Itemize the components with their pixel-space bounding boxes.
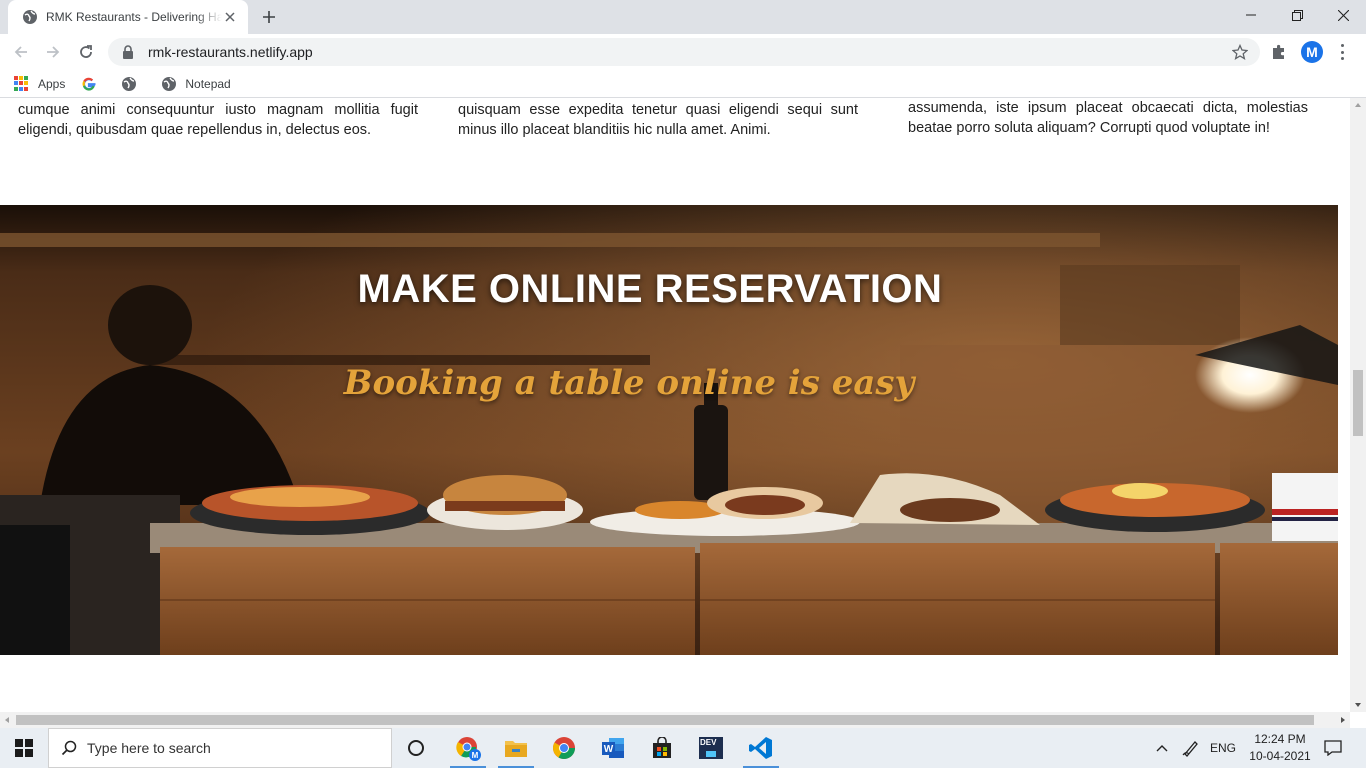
globe-icon <box>161 76 177 92</box>
bookmark-label: Notepad <box>185 76 231 91</box>
bookmark-apps[interactable]: Apps <box>14 75 66 92</box>
search-placeholder: Type here to search <box>87 740 211 756</box>
word-icon: W <box>602 738 624 758</box>
vscode-icon <box>749 737 772 759</box>
reload-icon <box>80 45 92 58</box>
taskbar-vscode[interactable] <box>739 728 783 768</box>
taskbar-chrome-profile[interactable]: M <box>446 728 490 768</box>
bookmark-label: Apps <box>38 76 66 91</box>
scroll-right-arrow-icon[interactable] <box>1341 717 1345 723</box>
globe-icon <box>22 9 38 25</box>
task-view-circle-icon <box>408 740 424 756</box>
windows-taskbar: Type here to search M W DEV ENG 12:24 PM… <box>0 728 1366 768</box>
globe-icon <box>121 76 137 92</box>
scroll-up-arrow-icon[interactable] <box>1355 103 1361 107</box>
hero-title: MAKE ONLINE RESERVATION <box>357 267 943 311</box>
vertical-scroll-thumb[interactable] <box>1353 370 1363 436</box>
back-button[interactable] <box>9 40 33 64</box>
close-tab-icon[interactable] <box>222 9 238 25</box>
windows-logo-icon <box>15 739 33 757</box>
taskbar-word[interactable]: W <box>591 728 635 768</box>
folder-icon <box>505 741 527 757</box>
taskbar-file-explorer[interactable] <box>494 728 538 768</box>
url-text: rmk-restaurants.netlify.app <box>148 44 313 60</box>
clock-date: 10-04-2021 <box>1249 749 1311 763</box>
bookmarks-bar: Apps Notepad <box>0 70 1366 98</box>
google-g-icon <box>81 76 97 92</box>
chrome-icon: M <box>456 737 481 761</box>
taskbar-search-box[interactable]: Type here to search <box>48 728 392 768</box>
chrome-menu-icon[interactable] <box>1337 42 1347 62</box>
task-view-button[interactable] <box>394 728 438 768</box>
taskbar-chrome[interactable] <box>542 728 586 768</box>
horizontal-scroll-thumb[interactable] <box>16 715 1314 725</box>
restore-button[interactable] <box>1274 0 1320 30</box>
new-tab-button[interactable] <box>259 8 279 26</box>
bookmark-globe[interactable] <box>121 76 145 92</box>
store-bag-icon <box>653 737 671 758</box>
close-window-button[interactable] <box>1320 0 1366 30</box>
bookmark-notepad[interactable]: Notepad <box>161 76 231 92</box>
arrow-left-icon <box>14 46 27 58</box>
forward-button[interactable] <box>41 40 65 64</box>
dev-label: DEV <box>700 738 717 747</box>
feature-text-2: quisquam esse expedita tenetur quasi eli… <box>458 102 858 138</box>
bookmark-star-icon[interactable] <box>1231 43 1249 60</box>
bookmark-google[interactable] <box>81 76 105 92</box>
page-viewport: cumque animi consequuntur iusto magnam m… <box>0 98 1350 712</box>
browser-toolbar: rmk-restaurants.netlify.app M <box>0 34 1366 70</box>
feature-text-1: cumque animi consequuntur iusto magnam m… <box>18 102 418 138</box>
notifications-icon[interactable] <box>1318 728 1348 768</box>
lock-icon <box>122 45 136 59</box>
dev-app-icon: DEV <box>699 737 723 759</box>
taskbar-dev[interactable]: DEV <box>689 728 733 768</box>
apps-grid-icon <box>14 75 30 92</box>
svg-text:W: W <box>604 744 614 755</box>
taskbar-clock[interactable]: 12:24 PM 10-04-2021 <box>1240 731 1320 765</box>
address-bar[interactable]: rmk-restaurants.netlify.app <box>108 38 1260 66</box>
hero-subtitle: Booking a table online is easy <box>343 363 915 403</box>
browser-tab-strip: RMK Restaurants - Delivering Happiness <box>0 0 1366 34</box>
vertical-scrollbar[interactable] <box>1350 98 1366 712</box>
language-indicator[interactable]: ENG <box>1206 728 1240 768</box>
minimize-button[interactable] <box>1228 0 1274 30</box>
browser-tab[interactable]: RMK Restaurants - Delivering Happiness <box>8 0 248 34</box>
taskbar-store[interactable] <box>640 728 684 768</box>
feature-text-3: assumenda, iste ipsum placeat obcaecati … <box>908 100 1308 136</box>
horizontal-scrollbar[interactable] <box>0 712 1350 728</box>
scroll-left-arrow-icon[interactable] <box>5 717 9 723</box>
chrome-icon <box>553 737 575 759</box>
start-button[interactable] <box>0 728 48 768</box>
search-icon <box>61 740 77 756</box>
arrow-right-icon <box>47 46 60 58</box>
tab-title: RMK Restaurants - Delivering Happiness <box>46 10 222 24</box>
extensions-puzzle-icon[interactable] <box>1270 43 1288 61</box>
scroll-down-arrow-icon[interactable] <box>1355 703 1361 707</box>
svg-text:M: M <box>472 751 479 760</box>
tray-overflow-chevron-icon[interactable] <box>1150 728 1174 768</box>
profile-avatar[interactable]: M <box>1301 41 1323 63</box>
pen-ink-icon[interactable] <box>1178 728 1204 768</box>
reload-button[interactable] <box>74 40 98 64</box>
reservation-hero: MAKE ONLINE RESERVATION Booking a table … <box>0 205 1338 655</box>
clock-time: 12:24 PM <box>1254 732 1306 746</box>
